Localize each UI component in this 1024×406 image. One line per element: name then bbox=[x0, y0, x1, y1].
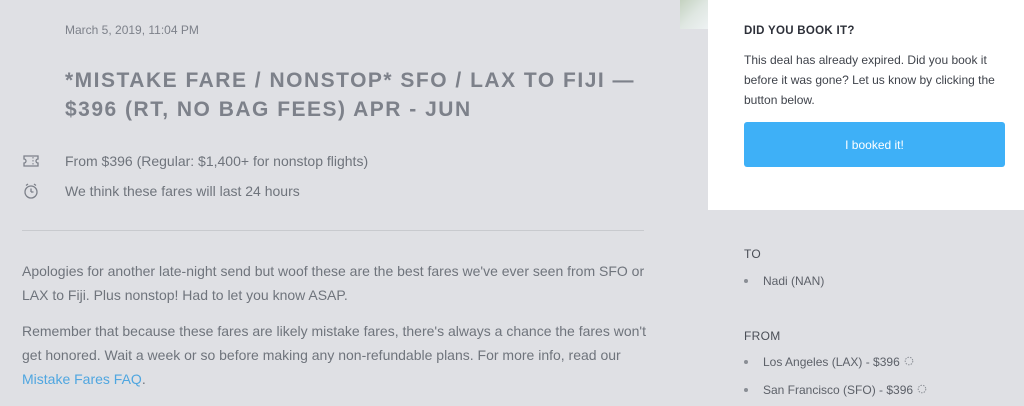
destination-label: Nadi (NAN) bbox=[763, 274, 825, 288]
booked-it-button[interactable]: I booked it! bbox=[744, 122, 1005, 167]
booking-card-title: DID YOU BOOK IT? bbox=[744, 25, 855, 37]
destination-item: Nadi (NAN) bbox=[744, 274, 824, 288]
booking-card: DID YOU BOOK IT? This deal has already e… bbox=[708, 0, 1024, 210]
deal-date: March 5, 2019, 11:04 PM bbox=[65, 23, 199, 37]
price-info-row: From $396 (Regular: $1,400+ for nonstop … bbox=[22, 152, 368, 170]
booking-card-text: This deal has already expired. Did you b… bbox=[744, 53, 995, 107]
bullet bbox=[744, 360, 748, 364]
price-info-text: From $396 (Regular: $1,400+ for nonstop … bbox=[65, 153, 369, 169]
clock-icon bbox=[22, 182, 40, 200]
origin-label: San Francisco (SFO) - $396 bbox=[763, 383, 914, 397]
deal-paragraph-2: Remember that because these fares are li… bbox=[22, 319, 652, 391]
deal-title: *MISTAKE FARE / NONSTOP* SFO / LAX TO FI… bbox=[65, 69, 636, 121]
ticket-icon bbox=[22, 152, 40, 170]
origin-item: Los Angeles (LAX) - $396 bbox=[744, 355, 914, 369]
bullet bbox=[744, 388, 748, 392]
deal-paragraph-1: Apologies for another late-night send bu… bbox=[22, 263, 645, 303]
to-label: TO bbox=[744, 247, 762, 261]
bullet bbox=[744, 279, 748, 283]
duration-info-text: We think these fares will last 24 hours bbox=[65, 183, 300, 199]
mistake-fares-faq-link[interactable]: Mistake Fares FAQ bbox=[22, 371, 142, 387]
origin-item: San Francisco (SFO) - $396 bbox=[744, 383, 927, 397]
duration-info-row: We think these fares will last 24 hours bbox=[22, 182, 300, 200]
paragraph-2-end: . bbox=[141, 371, 146, 387]
origin-label: Los Angeles (LAX) - $396 bbox=[763, 355, 900, 369]
from-label: FROM bbox=[744, 329, 781, 343]
divider bbox=[22, 230, 644, 231]
paragraph-2-text: Remember that because these fares are li… bbox=[22, 323, 646, 363]
header-image-strip bbox=[680, 0, 708, 29]
loading-spinner-icon bbox=[904, 355, 914, 369]
loading-spinner-icon bbox=[917, 383, 927, 397]
routes-panel: TO Nadi (NAN) FROM Los Angeles (LAX) - $… bbox=[708, 210, 1024, 406]
deal-main-panel: March 5, 2019, 11:04 PM *MISTAKE FARE / … bbox=[0, 0, 680, 406]
